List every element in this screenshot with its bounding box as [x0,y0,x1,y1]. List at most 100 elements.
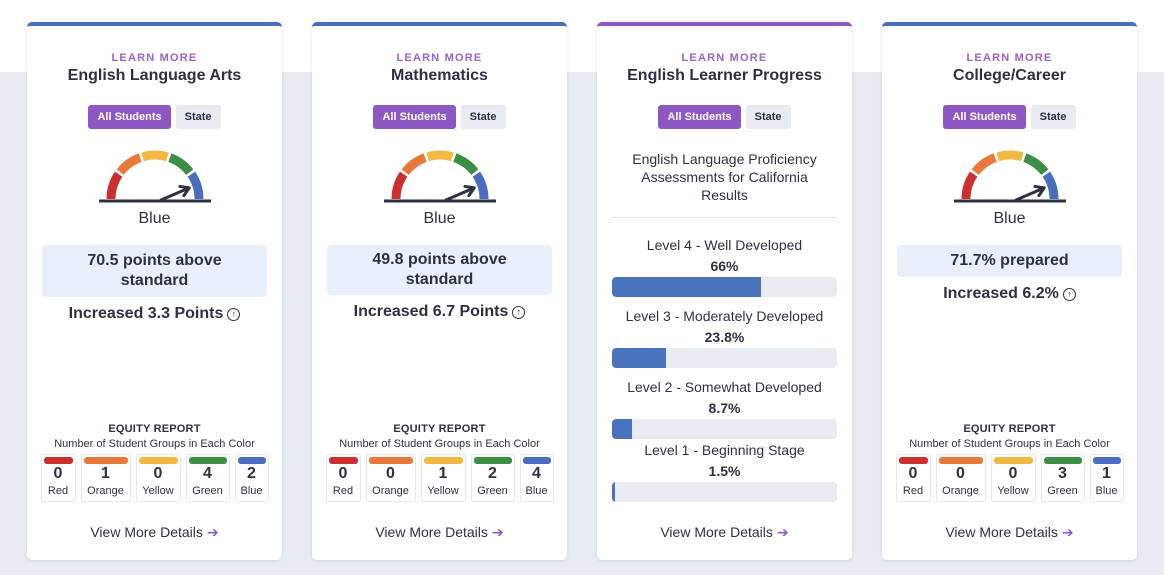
gauge-segment-yellow [995,150,1024,162]
equity-item-green: 3 Green [1040,454,1085,502]
equity-report: EQUITY REPORT Number of Student Groups i… [312,423,567,502]
all-students-button[interactable]: All Students [88,105,171,129]
view-more-details-link[interactable]: View More Details ➔ [597,524,852,541]
all-students-button[interactable]: All Students [373,105,456,129]
learn-more-link[interactable]: LEARN MORE [682,52,768,64]
level-bar-fill [612,277,761,297]
details-text: View More Details [90,524,203,540]
equity-row: 0 Red 0 Orange 1 Yellow 2 Green 4 Blue [325,454,554,502]
status-value: 70.5 points above standard [42,245,267,297]
yellow-swatch [993,457,1033,464]
status-value: 71.7% prepared [897,245,1122,277]
level-item: Level 2 - Somewhat Developed 8.7% [612,378,837,439]
gauge-needle-arrow [159,184,191,202]
level-bar-fill [612,348,666,368]
equity-item-green: 4 Green [185,454,230,502]
level-bar-track [612,348,837,368]
equity-report: EQUITY REPORT Number of Student Groups i… [27,423,282,502]
equity-item-red: 0 Red [325,454,361,502]
level-item: Level 4 - Well Developed 66% [612,236,837,297]
equity-count: 1 [101,465,110,482]
all-students-button[interactable]: All Students [943,105,1026,129]
equity-item-orange: 0 Orange [365,454,416,502]
arrow-up-circle-icon: ↑ [1062,287,1076,301]
equity-title: EQUITY REPORT [108,423,201,435]
state-button[interactable]: State [1030,105,1076,129]
red-swatch [43,457,73,464]
equity-item-orange: 1 Orange [80,454,131,502]
orange-swatch [83,457,128,464]
level-label: Level 2 - Somewhat Developed [627,379,822,395]
level-percent: 1.5% [708,463,741,479]
equity-item-red: 0 Red [895,454,931,502]
arrow-right-icon: ➔ [491,524,504,540]
equity-count: 0 [153,465,163,482]
student-toggle: All Students State [658,105,791,129]
equity-count: 0 [1008,465,1018,482]
gauge-segment-orange [971,153,997,176]
state-button[interactable]: State [175,105,221,129]
equity-title: EQUITY REPORT [963,423,1056,435]
student-toggle: All Students State [88,105,221,129]
learn-more-link[interactable]: LEARN MORE [112,52,198,64]
equity-label: Yellow [997,485,1029,497]
equity-label: Red [47,485,69,497]
equity-count: 0 [338,465,348,482]
change-indicator: Increased 6.2% ↑ [943,285,1076,303]
equity-count: 3 [1058,465,1067,482]
equity-count: 2 [247,465,256,482]
learn-more-link[interactable]: LEARN MORE [397,52,483,64]
blue-swatch [1092,457,1121,464]
gauge-segment-red [106,171,122,200]
gauge-segment-green [452,153,478,176]
view-more-details-link[interactable]: View More Details ➔ [882,524,1137,541]
details-text: View More Details [660,524,773,540]
equity-title: EQUITY REPORT [393,423,486,435]
orange-swatch [938,457,983,464]
performance-color-label: Blue [138,210,171,227]
gauge-needle-arrow [444,184,476,202]
view-more-details-link[interactable]: View More Details ➔ [312,524,567,541]
change-indicator: Increased 3.3 Points ↑ [69,305,241,323]
performance-gauge-icon [98,150,211,203]
status-value: 49.8 points above standard [327,245,552,295]
state-button[interactable]: State [745,105,791,129]
equity-item-yellow: 0 Yellow [135,454,181,502]
green-swatch [188,457,227,464]
level-list: Level 4 - Well Developed 66% Level 3 - M… [612,236,837,502]
state-button[interactable]: State [460,105,506,129]
divider [612,217,837,218]
change-text: Increased 6.7 Points [353,303,509,320]
yellow-swatch [138,457,178,464]
learn-more-link[interactable]: LEARN MORE [967,52,1053,64]
all-students-button[interactable]: All Students [658,105,741,129]
equity-label: Green [1047,485,1078,497]
orange-swatch [368,457,413,464]
equity-item-blue: 4 Blue [519,454,554,502]
view-more-details-link[interactable]: View More Details ➔ [27,524,282,541]
level-bar-fill [612,419,632,439]
student-toggle: All Students State [373,105,506,129]
performance-gauge-icon [953,150,1066,203]
yellow-swatch [423,457,463,464]
change-indicator: Increased 6.7 Points ↑ [354,303,526,321]
level-bar-fill [612,482,616,502]
details-text: View More Details [375,524,488,540]
level-percent: 8.7% [708,400,741,416]
level-label: Level 3 - Moderately Developed [625,308,824,324]
card-english-learner-progress: LEARN MORE English Learner Progress All … [597,22,852,560]
level-bar-track [612,419,837,439]
equity-label: Green [477,485,508,497]
gauge-segment-orange [401,153,427,176]
equity-label: Red [332,485,354,497]
gauge-segment-orange [116,153,142,176]
equity-item-yellow: 0 Yellow [990,454,1036,502]
dashboard-cards: LEARN MORE English Language Arts All Stu… [27,22,1137,560]
gauge-segment-blue [187,171,203,200]
equity-label: Yellow [142,485,174,497]
red-swatch [898,457,928,464]
change-text: Increased 3.3 Points [68,305,224,322]
equity-count: 4 [532,465,541,482]
arrow-right-icon: ➔ [206,524,219,540]
gauge-segment-red [961,171,977,200]
